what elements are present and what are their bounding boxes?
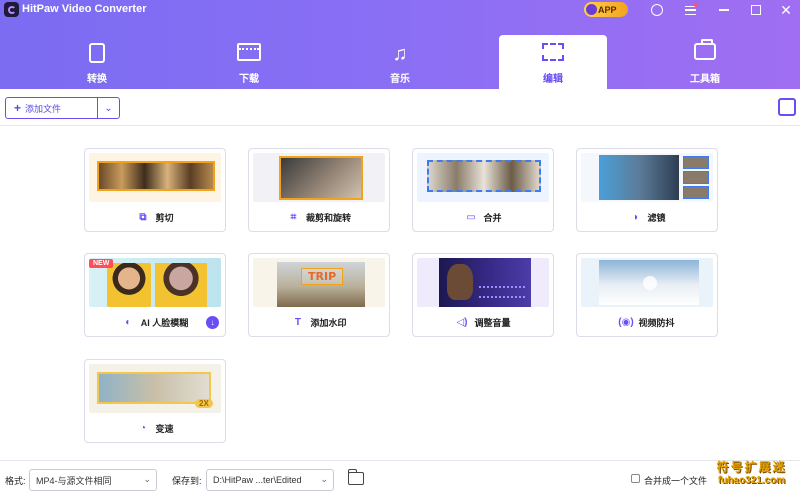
volume-icon: ◁) [456, 317, 468, 328]
save-path-value: D:\HitPaw ...ter\Edited [213, 475, 302, 485]
save-to-label: 保存到: [172, 476, 202, 486]
format-label: 格式: [5, 476, 26, 486]
watermark-line1: 符号扩展迷 [716, 460, 787, 474]
feature-label: 变速 [155, 424, 174, 434]
speed-badge: 2X [195, 399, 213, 408]
feature-label: 剪切 [155, 213, 174, 223]
speed-thumbnail: 2X [89, 364, 221, 413]
add-file-button-group: + 添加文件 ⌄ [5, 97, 120, 119]
feature-card-merge[interactable]: ▭ 合并 [412, 148, 554, 232]
crop-thumbnail [253, 153, 385, 202]
format-select[interactable]: MP4-与源文件相同 ⌄ [29, 469, 157, 491]
maximize-icon [751, 5, 761, 15]
tab-convert[interactable]: 转换 [43, 35, 151, 89]
watermark-line2: fuhao321.com [717, 475, 786, 486]
menu-button[interactable] [682, 2, 698, 18]
save-path-select[interactable]: D:\HitPaw ...ter\Edited ⌄ [206, 469, 334, 491]
feature-card-ai-face-blur[interactable]: NEW ◐ AI 人脸模糊 ↓ [84, 253, 226, 337]
add-file-label: 添加文件 [25, 103, 62, 114]
user-icon [651, 4, 663, 16]
stabilize-icon: (◉) [618, 317, 634, 328]
face-blur-icon: ◐ [125, 317, 132, 328]
bottom-bar: 格式: MP4-与源文件相同 ⌄ 保存到: D:\HitPaw ...ter\E… [0, 460, 800, 494]
play-icon [643, 276, 657, 290]
notification-dot [694, 3, 698, 7]
convert-icon [85, 43, 109, 65]
chevron-down-icon: ⌄ [320, 474, 328, 484]
tab-edit[interactable]: 编辑 [499, 35, 607, 89]
chevron-down-icon: ⌄ [104, 102, 113, 114]
tab-label: 转换 [87, 74, 107, 85]
maximize-button[interactable] [748, 2, 764, 18]
open-folder-icon[interactable] [347, 469, 364, 485]
crop-icon: ⌗ [290, 212, 297, 223]
tab-toolbox[interactable]: 工具箱 [651, 35, 759, 89]
edit-icon [541, 43, 565, 65]
volume-thumbnail [417, 258, 549, 307]
app-badge-icon [586, 4, 597, 15]
feature-card-cut[interactable]: ⧉ 剪切 [84, 148, 226, 232]
app-header: HitPaw Video Converter APP ✕ 转换 下载 ♫ 音乐 … [0, 0, 800, 89]
feature-card-crop-rotate[interactable]: ⌗ 裁剪和旋转 [248, 148, 390, 232]
merge-thumbnail [417, 153, 549, 202]
tab-music[interactable]: ♫ 音乐 [346, 35, 454, 89]
watermark-icon: T [294, 317, 302, 328]
tab-label: 音乐 [390, 74, 410, 85]
merge-label: 合并成一个文件 [644, 476, 708, 486]
download-plugin-icon[interactable]: ↓ [206, 316, 219, 329]
close-button[interactable]: ✕ [778, 2, 794, 18]
feature-card-volume[interactable]: ◁) 调整音量 [412, 253, 554, 337]
download-icon [237, 43, 261, 65]
feature-card-watermark[interactable]: TRIP T 添加水印 [248, 253, 390, 337]
hardware-acceleration-button[interactable] [778, 98, 796, 116]
tab-label: 下载 [239, 74, 259, 85]
feature-card-filter[interactable]: ◑ 滤镜 [576, 148, 718, 232]
feature-label: 添加水印 [310, 318, 347, 328]
tab-label: 编辑 [543, 74, 563, 85]
toolbox-icon [693, 39, 717, 65]
music-icon: ♫ [392, 43, 408, 65]
tab-download[interactable]: 下载 [195, 35, 303, 89]
chevron-down-icon: ⌄ [143, 474, 151, 484]
minimize-icon [719, 9, 729, 11]
minimize-button[interactable] [716, 2, 732, 18]
watermark-sample-text: TRIP [301, 268, 344, 285]
merge-icon: ▭ [466, 212, 476, 223]
edit-toolbar: + 添加文件 ⌄ [0, 89, 800, 126]
feature-card-stabilize[interactable]: (◉) 视频防抖 [576, 253, 718, 337]
speed-icon: ◔ [139, 423, 146, 434]
app-badge-button[interactable]: APP [584, 2, 628, 17]
cut-thumbnail [89, 153, 221, 202]
add-file-dropdown[interactable]: ⌄ [97, 98, 119, 118]
watermark-thumbnail: TRIP [253, 258, 385, 307]
feature-card-speed[interactable]: 2X ◔ 变速 [84, 359, 226, 443]
feature-label: 裁剪和旋转 [305, 213, 351, 223]
add-file-button[interactable]: + 添加文件 [6, 98, 97, 118]
user-account-button[interactable] [649, 2, 665, 18]
feature-label: 调整音量 [474, 318, 511, 328]
new-badge: NEW [89, 259, 114, 268]
filter-thumbnail [581, 153, 713, 202]
stabilize-thumbnail [581, 258, 713, 307]
app-logo-icon [4, 2, 19, 17]
format-value: MP4-与源文件相同 [36, 475, 112, 486]
app-title: HitPaw Video Converter [22, 3, 147, 15]
feature-label: 滤镜 [647, 213, 666, 223]
feature-label: AI 人脸模糊 [140, 318, 189, 328]
site-watermark: 符号扩展迷 fuhao321.com [703, 458, 800, 494]
merge-checkbox[interactable] [631, 474, 640, 483]
cut-icon: ⧉ [139, 212, 147, 223]
main-tabs: 转换 下载 ♫ 音乐 编辑 工具箱 [0, 35, 800, 89]
plus-icon: + [14, 101, 22, 115]
feature-label: 合并 [483, 213, 502, 223]
title-bar: HitPaw Video Converter APP ✕ [0, 0, 800, 20]
feature-label: 视频防抖 [638, 318, 675, 328]
close-icon: ✕ [780, 1, 792, 18]
filter-icon: ◑ [631, 212, 638, 223]
app-badge-label: APP [598, 4, 617, 15]
tab-label: 工具箱 [690, 74, 720, 85]
menu-icon [684, 5, 696, 15]
